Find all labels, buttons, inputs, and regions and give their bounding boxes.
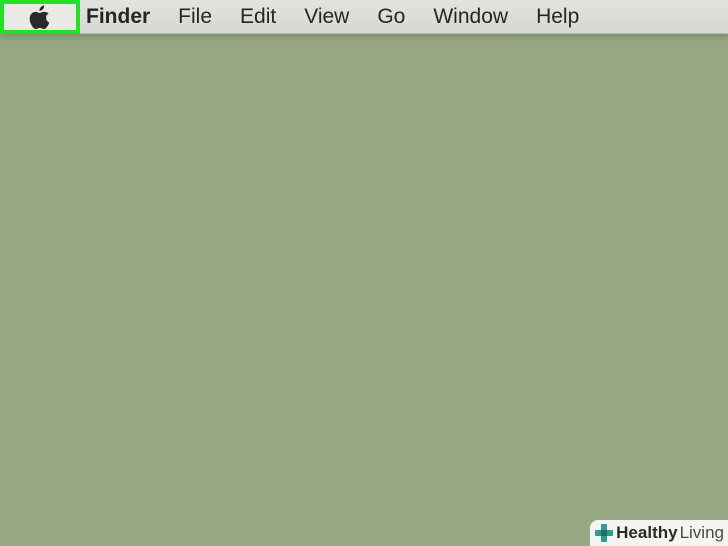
menu-window[interactable]: Window: [419, 0, 522, 34]
watermark-word-healthy: Healthy: [616, 523, 678, 542]
apple-logo-icon: [29, 5, 51, 29]
watermark: Healthy Living: [590, 520, 728, 546]
watermark-word-living: Living: [679, 523, 724, 542]
menu-view[interactable]: View: [290, 0, 363, 34]
desktop-background: [0, 0, 728, 546]
menu-finder[interactable]: Finder: [84, 0, 164, 34]
menu-bar: Finder File Edit View Go Window Help: [0, 0, 728, 34]
plus-cross-icon: [594, 523, 614, 543]
apple-menu-button[interactable]: [0, 0, 80, 34]
menu-help[interactable]: Help: [522, 0, 593, 34]
menu-file[interactable]: File: [164, 0, 226, 34]
menu-edit[interactable]: Edit: [226, 0, 290, 34]
menu-go[interactable]: Go: [363, 0, 419, 34]
